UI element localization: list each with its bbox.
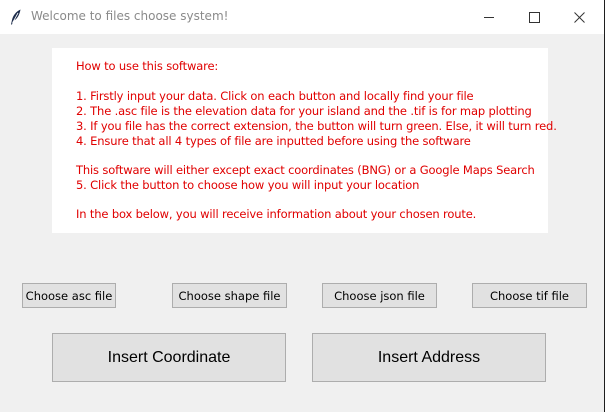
choose-tif-file-button[interactable]: Choose tif file: [472, 283, 587, 308]
instruction-line: 2. The .asc file is the elevation data f…: [76, 104, 532, 118]
instruction-line: 1. Firstly input your data. Click on eac…: [76, 89, 474, 103]
window-title: Welcome to files choose system!: [31, 9, 229, 23]
instruction-line: 5. Click the button to choose how you wi…: [76, 178, 420, 192]
title-bar[interactable]: Welcome to files choose system!: [0, 0, 604, 34]
minimize-button[interactable]: [466, 0, 512, 34]
choose-asc-file-button[interactable]: Choose asc file: [22, 283, 116, 308]
feather-icon: [10, 9, 22, 25]
close-icon: [573, 8, 585, 27]
close-button[interactable]: [556, 0, 602, 34]
insert-coordinate-button[interactable]: Insert Coordinate: [52, 333, 286, 382]
instructions-panel: How to use this software: 1. Firstly inp…: [52, 48, 557, 233]
maximize-icon: [528, 8, 540, 27]
instruction-line: 4. Ensure that all 4 types of file are i…: [76, 134, 471, 148]
insert-address-button[interactable]: Insert Address: [312, 333, 546, 382]
choose-shape-file-button[interactable]: Choose shape file: [172, 283, 287, 308]
instruction-line: In the box below, you will receive infor…: [76, 207, 477, 221]
maximize-button[interactable]: [511, 0, 557, 34]
instruction-line: 3. If you file has the correct extension…: [76, 119, 557, 133]
instructions-heading: How to use this software:: [76, 59, 219, 73]
instruction-line: This software will either except exact c…: [76, 163, 535, 177]
choose-json-file-button[interactable]: Choose json file: [322, 283, 437, 308]
minimize-icon: [483, 8, 495, 27]
app-window: Welcome to files choose system! How to u…: [0, 0, 604, 412]
